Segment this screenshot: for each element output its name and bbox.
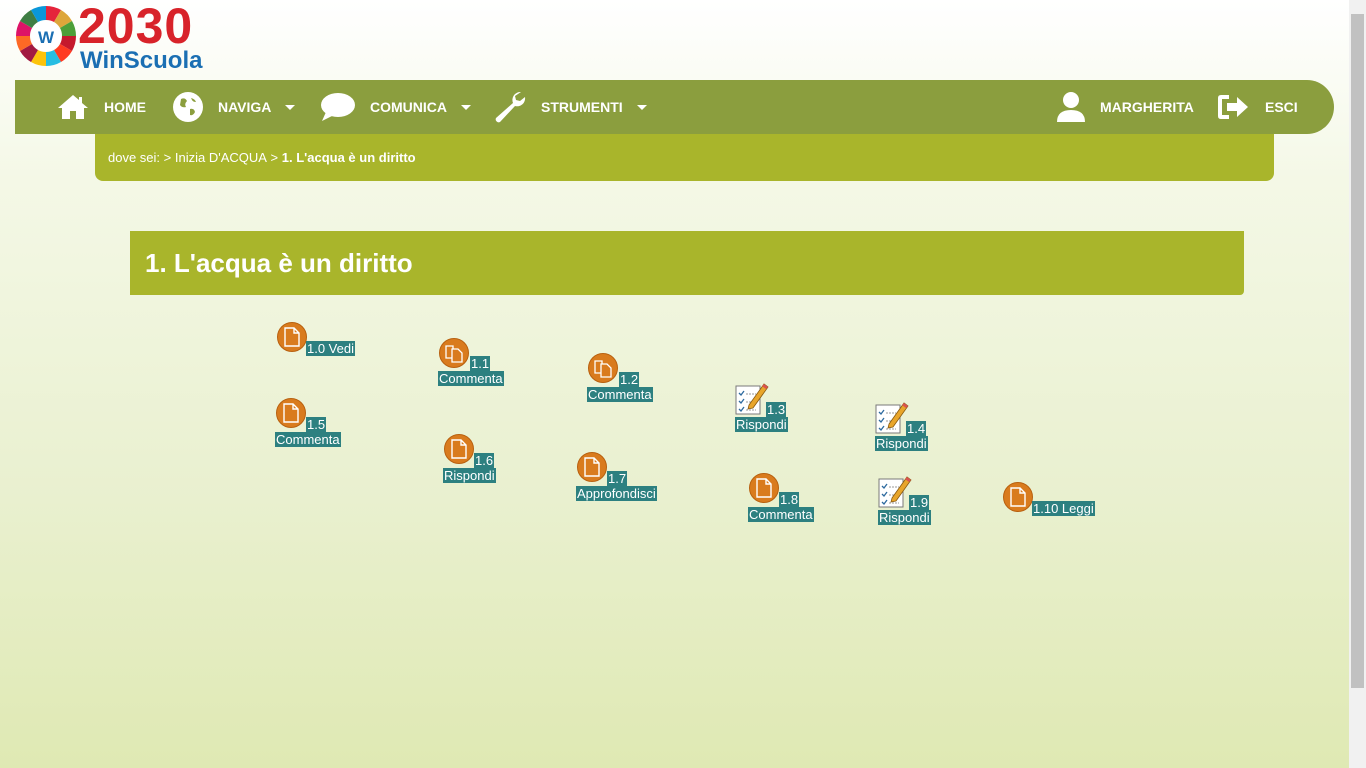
- document-icon: [277, 322, 307, 352]
- logout-icon: [1218, 95, 1248, 119]
- nav-strumenti[interactable]: STRUMENTI: [493, 80, 647, 134]
- quiz-pencil-icon: [735, 383, 769, 415]
- breadcrumb-current: 1. L'acqua è un diritto: [281, 150, 416, 165]
- logo[interactable]: W 2030 WinScuola: [14, 0, 214, 74]
- activity-label-number: 1.1: [470, 356, 491, 371]
- activity-label-action: Commenta: [275, 432, 341, 447]
- nav-naviga-label: NAVIGA: [218, 99, 272, 115]
- activity-label-number: 1.8: [779, 492, 800, 507]
- chevron-down-icon: [636, 104, 647, 110]
- activity-label-number: 1.3: [766, 402, 787, 417]
- scrollbar-thumb[interactable]: [1351, 14, 1364, 688]
- activity-label-action: Commenta: [438, 371, 504, 386]
- breadcrumb-separator: >: [266, 150, 282, 165]
- nav-comunica[interactable]: COMUNICA: [320, 80, 471, 134]
- nav-strumenti-label: STRUMENTI: [541, 99, 623, 115]
- nav-logout[interactable]: ESCI: [1217, 80, 1298, 134]
- activity-label-number: 1.9: [909, 495, 930, 510]
- activity-label-action: Rispondi: [735, 417, 788, 432]
- user-icon: [1057, 92, 1085, 122]
- breadcrumb-parent-link[interactable]: Inizia D'ACQUA: [175, 150, 267, 165]
- logo-year: 2030: [78, 0, 194, 54]
- nav-naviga[interactable]: NAVIGA: [172, 80, 296, 134]
- breadcrumb-prefix: dove sei:: [108, 150, 161, 165]
- home-icon: [58, 95, 88, 119]
- nav-home-label: HOME: [104, 99, 146, 115]
- chevron-down-icon: [461, 104, 471, 110]
- wrench-icon: [495, 91, 526, 123]
- breadcrumb-separator: >: [160, 150, 175, 165]
- chevron-down-icon: [285, 104, 296, 110]
- document-icon: [444, 434, 474, 464]
- main-navbar: HOME NAVIGA COMUNICA STRUMENTI MARGHERIT…: [15, 80, 1334, 134]
- vertical-scrollbar[interactable]: [1349, 0, 1366, 768]
- documents-icon: [588, 353, 618, 383]
- logo-brand: WinScuola: [80, 47, 203, 74]
- activity-label-number: 1.5: [306, 417, 327, 432]
- activity-label-action: Rispondi: [443, 468, 496, 483]
- speech-bubble-icon: [321, 93, 355, 121]
- nav-user-label: MARGHERITA: [1100, 99, 1194, 115]
- nav-comunica-label: COMUNICA: [370, 99, 447, 115]
- document-icon: [276, 398, 306, 428]
- activity-label-number: 1.7: [607, 471, 628, 486]
- document-icon: [577, 452, 607, 482]
- activity-label-action: Rispondi: [875, 436, 928, 451]
- document-icon: [1003, 482, 1033, 512]
- activity-label: 1.10 Leggi: [1032, 501, 1095, 516]
- activity-label-action: Approfondisci: [576, 486, 657, 501]
- breadcrumb: dove sei: > Inizia D'ACQUA > 1. L'acqua …: [95, 134, 1274, 181]
- document-icon: [749, 473, 779, 503]
- globe-icon: [173, 92, 203, 122]
- nav-home[interactable]: HOME: [56, 80, 146, 134]
- activity-label-number: 1.2: [619, 372, 640, 387]
- page-title-box: 1. L'acqua è un diritto: [130, 231, 1244, 295]
- documents-icon: [439, 338, 469, 368]
- quiz-pencil-icon: [878, 476, 912, 508]
- logo-ring-letter: W: [38, 28, 55, 47]
- activity-label: 1.0 Vedi: [306, 341, 355, 356]
- nav-logout-label: ESCI: [1265, 99, 1298, 115]
- activity-label-action: Rispondi: [878, 510, 931, 525]
- activity-label-number: 1.6: [474, 453, 495, 468]
- page-title: 1. L'acqua è un diritto: [145, 247, 413, 278]
- sdg-wheel-icon: W: [15, 5, 77, 67]
- nav-user[interactable]: MARGHERITA: [1056, 80, 1194, 134]
- quiz-pencil-icon: [875, 402, 909, 434]
- activity-label-number: 1.4: [906, 421, 927, 436]
- activity-label-action: Commenta: [748, 507, 814, 522]
- activity-label-action: Commenta: [587, 387, 653, 402]
